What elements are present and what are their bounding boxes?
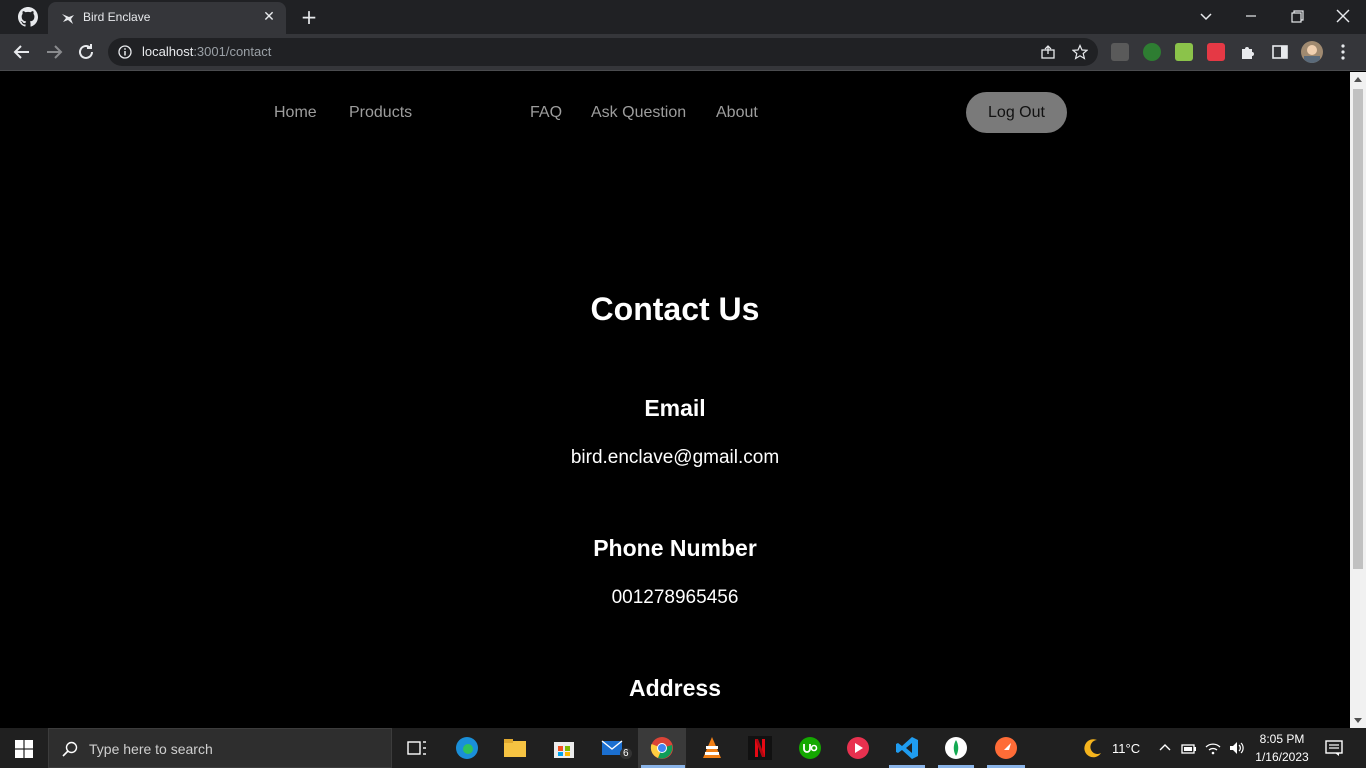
back-arrow-icon[interactable] [10, 40, 34, 64]
bird-favicon-icon [62, 14, 74, 24]
restore-icon[interactable] [1283, 4, 1311, 28]
show-hidden-icons-chevron-icon[interactable] [1157, 740, 1173, 756]
nav-link-ask-question[interactable]: Ask Question [591, 104, 686, 122]
profile-avatar[interactable] [1301, 41, 1323, 63]
share-icon[interactable] [1040, 44, 1056, 60]
forward-arrow-icon[interactable] [42, 40, 66, 64]
phone-heading: Phone Number [593, 535, 757, 561]
address-heading: Address [628, 675, 722, 701]
weather-temperature[interactable]: 11°C [1112, 741, 1140, 756]
mongodb-compass-icon[interactable] [944, 736, 968, 760]
minimize-icon[interactable] [1237, 4, 1265, 28]
site-info-icon[interactable] [118, 45, 132, 59]
page-scrollbar[interactable] [1350, 72, 1366, 728]
windows-start-icon[interactable] [15, 740, 33, 758]
nav-link-home[interactable]: Home [274, 104, 317, 122]
taskbar-search-box[interactable]: Type here to search [48, 728, 392, 768]
postman-icon[interactable] [994, 736, 1018, 760]
close-window-icon[interactable] [1329, 4, 1357, 28]
tab-title: Bird Enclave [83, 10, 151, 24]
tab-search-icon[interactable] [1192, 4, 1220, 28]
clock-date[interactable]: 1/16/2023 [1253, 750, 1311, 764]
browser-titlebar: Bird Enclave ✕ + [0, 0, 1366, 34]
new-tab-button[interactable]: + [298, 6, 320, 28]
reload-icon[interactable] [74, 40, 98, 64]
mail-badge: 6 [620, 748, 632, 759]
wifi-icon[interactable] [1205, 740, 1221, 756]
github-icon[interactable] [18, 7, 38, 27]
browser-menu-icon[interactable] [1336, 42, 1350, 62]
tab-close-icon[interactable]: ✕ [260, 8, 278, 26]
profile-face-icon [1304, 45, 1320, 63]
chrome-browser-icon[interactable] [650, 736, 674, 760]
email-value: bird.enclave@gmail.com [570, 447, 780, 468]
vlc-player-icon[interactable] [700, 736, 724, 760]
page-viewport: Home Products FAQ Ask Question About Log… [0, 72, 1350, 728]
nav-link-about[interactable]: About [716, 104, 758, 122]
notifications-icon[interactable] [1325, 739, 1343, 757]
media-player-icon[interactable] [846, 736, 870, 760]
nav-link-faq[interactable]: FAQ [530, 104, 562, 122]
vscode-icon[interactable] [895, 736, 919, 760]
address-bar[interactable]: localhost:3001/contact [108, 38, 1098, 66]
clock-time[interactable]: 8:05 PM [1256, 732, 1308, 746]
globe-extension-icon[interactable] [1143, 43, 1161, 61]
scroll-up-arrow-icon[interactable] [1354, 77, 1362, 82]
file-explorer-icon[interactable] [503, 736, 527, 760]
extensions-puzzle-icon[interactable] [1239, 43, 1257, 61]
browser-tab-active[interactable]: Bird Enclave ✕ [48, 2, 286, 34]
logout-button[interactable]: Log Out [966, 92, 1067, 133]
weather-moon-icon[interactable] [1082, 737, 1104, 759]
side-panel-icon[interactable] [1271, 43, 1289, 61]
url-text[interactable]: localhost:3001/contact [142, 44, 271, 59]
cart-extension-icon[interactable] [1175, 43, 1193, 61]
volume-icon[interactable] [1228, 740, 1244, 756]
scrollbar-thumb[interactable] [1353, 89, 1363, 569]
page-title: Contact Us [590, 291, 760, 327]
search-placeholder: Type here to search [89, 741, 213, 757]
netflix-icon[interactable] [748, 736, 772, 760]
search-icon [62, 741, 78, 757]
bookmark-star-icon[interactable] [1072, 44, 1088, 60]
email-heading: Email [644, 395, 706, 421]
phone-value: 001278965456 [611, 587, 739, 608]
browser-toolbar: localhost:3001/contact [0, 34, 1366, 71]
windows-taskbar: Type here to search 6 11°C 8:05 PM 1/16/… [0, 728, 1366, 768]
skype-extension-icon[interactable] [1111, 43, 1129, 61]
battery-icon[interactable] [1181, 740, 1197, 756]
red-extension-icon[interactable] [1207, 43, 1225, 61]
microsoft-store-icon[interactable] [552, 736, 576, 760]
nav-link-products[interactable]: Products [349, 104, 412, 122]
scroll-down-arrow-icon[interactable] [1354, 718, 1362, 723]
edge-browser-icon[interactable] [455, 736, 479, 760]
upwork-icon[interactable] [798, 736, 822, 760]
task-view-icon[interactable] [405, 736, 429, 760]
